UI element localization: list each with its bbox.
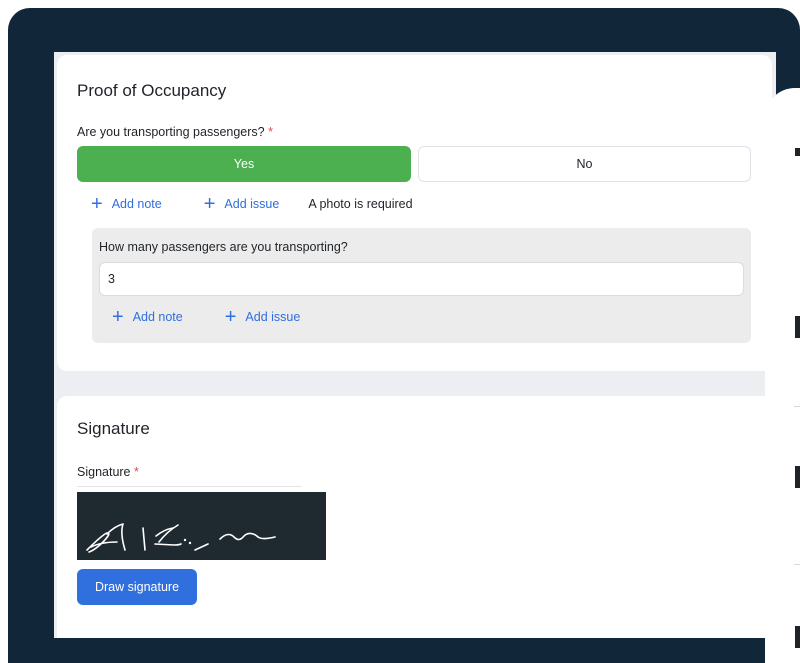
- add-note-label: Add note: [132, 310, 183, 324]
- add-issue-label: Add issue: [224, 197, 280, 211]
- question-actions: + Add note + Add issue A photo is requir…: [91, 194, 413, 214]
- plus-icon: +: [203, 193, 216, 215]
- signature-scribble: [86, 523, 276, 553]
- signature-card: Signature Signature * Draw signature: [57, 396, 772, 638]
- add-note-label: Add note: [111, 197, 162, 211]
- signature-field-border: [77, 486, 302, 487]
- add-note-button[interactable]: + Add note: [112, 307, 183, 327]
- side-panel-divider: [794, 406, 800, 407]
- signature-label-text: Signature: [77, 465, 131, 479]
- yes-option-button[interactable]: Yes: [77, 146, 411, 182]
- required-asterisk: *: [134, 465, 139, 479]
- signature-image: [77, 492, 326, 560]
- side-panel-glyph: [795, 466, 800, 488]
- occupancy-card: Proof of Occupancy Are you transporting …: [57, 55, 772, 371]
- add-issue-button[interactable]: + Add issue: [204, 194, 280, 214]
- passenger-count-input[interactable]: [99, 262, 744, 296]
- add-note-button[interactable]: + Add note: [91, 194, 162, 214]
- draw-signature-button[interactable]: Draw signature: [77, 569, 197, 605]
- side-panel-glyph: [795, 148, 800, 156]
- question-text: Are you transporting passengers?: [77, 125, 265, 139]
- no-option-button[interactable]: No: [418, 146, 751, 182]
- required-asterisk: *: [268, 125, 273, 139]
- followup-actions: + Add note + Add issue: [112, 307, 300, 327]
- followup-question: How many passengers are you transporting…: [99, 240, 348, 254]
- section-title: Proof of Occupancy: [77, 81, 227, 100]
- app-frame: Proof of Occupancy Are you transporting …: [8, 8, 800, 663]
- side-panel-glyph: [795, 626, 800, 648]
- plus-icon: +: [91, 193, 103, 215]
- plus-icon: +: [224, 306, 237, 328]
- signature-label: Signature *: [77, 465, 139, 479]
- add-issue-button[interactable]: + Add issue: [225, 307, 301, 327]
- form-screen: Proof of Occupancy Are you transporting …: [54, 52, 776, 638]
- section-title: Signature: [77, 419, 150, 438]
- side-panel: [765, 88, 800, 663]
- side-panel-glyph: [795, 316, 800, 338]
- photo-required-text: A photo is required: [308, 197, 413, 211]
- side-panel-divider: [794, 564, 800, 565]
- plus-icon: +: [112, 306, 124, 328]
- question-label: Are you transporting passengers? *: [77, 125, 273, 139]
- followup-panel: How many passengers are you transporting…: [92, 228, 751, 343]
- add-issue-label: Add issue: [245, 310, 301, 324]
